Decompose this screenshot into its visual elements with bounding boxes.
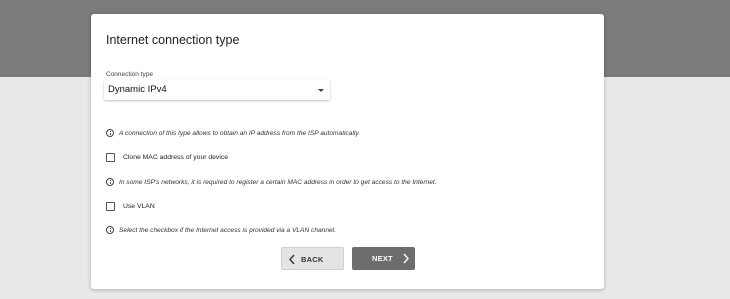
- clone-mac-option[interactable]: Clone MAC address of your device: [106, 152, 228, 163]
- back-button-label: BACK: [301, 255, 324, 264]
- connection-type-select[interactable]: Dynamic IPv4: [104, 80, 330, 100]
- info-mac-register: In some ISP's networks, it is required t…: [106, 177, 437, 187]
- connection-type-value: Dynamic IPv4: [108, 84, 167, 95]
- use-vlan-option[interactable]: Use VLAN: [106, 201, 155, 212]
- chevron-right-icon: [403, 253, 409, 264]
- caret-down-icon: [318, 89, 324, 92]
- back-button[interactable]: BACK: [281, 247, 344, 270]
- info-ip-auto-text: A connection of this type allows to obta…: [119, 129, 361, 137]
- connection-type-label: Connection type: [106, 71, 153, 78]
- info-vlan: Select the checkbox if the Internet acce…: [106, 225, 336, 235]
- use-vlan-label[interactable]: Use VLAN: [123, 203, 155, 210]
- info-ip-auto: A connection of this type allows to obta…: [106, 128, 360, 138]
- next-button[interactable]: NEXT: [352, 247, 415, 270]
- clone-mac-label[interactable]: Clone MAC address of your device: [123, 154, 228, 161]
- chevron-left-icon: [289, 254, 295, 265]
- info-circle-icon: [106, 178, 114, 186]
- clone-mac-checkbox[interactable]: [106, 153, 115, 162]
- info-circle-icon: [106, 226, 114, 234]
- page-title: Internet connection type: [106, 33, 240, 47]
- use-vlan-checkbox[interactable]: [106, 202, 115, 211]
- connection-type-card: Internet connection type Connection type…: [91, 14, 604, 289]
- info-vlan-text: Select the checkbox if the Internet acce…: [119, 226, 336, 234]
- info-circle-icon: [106, 129, 114, 137]
- info-mac-register-text: In some ISP's networks, it is required t…: [119, 178, 437, 186]
- next-button-label: NEXT: [372, 254, 393, 263]
